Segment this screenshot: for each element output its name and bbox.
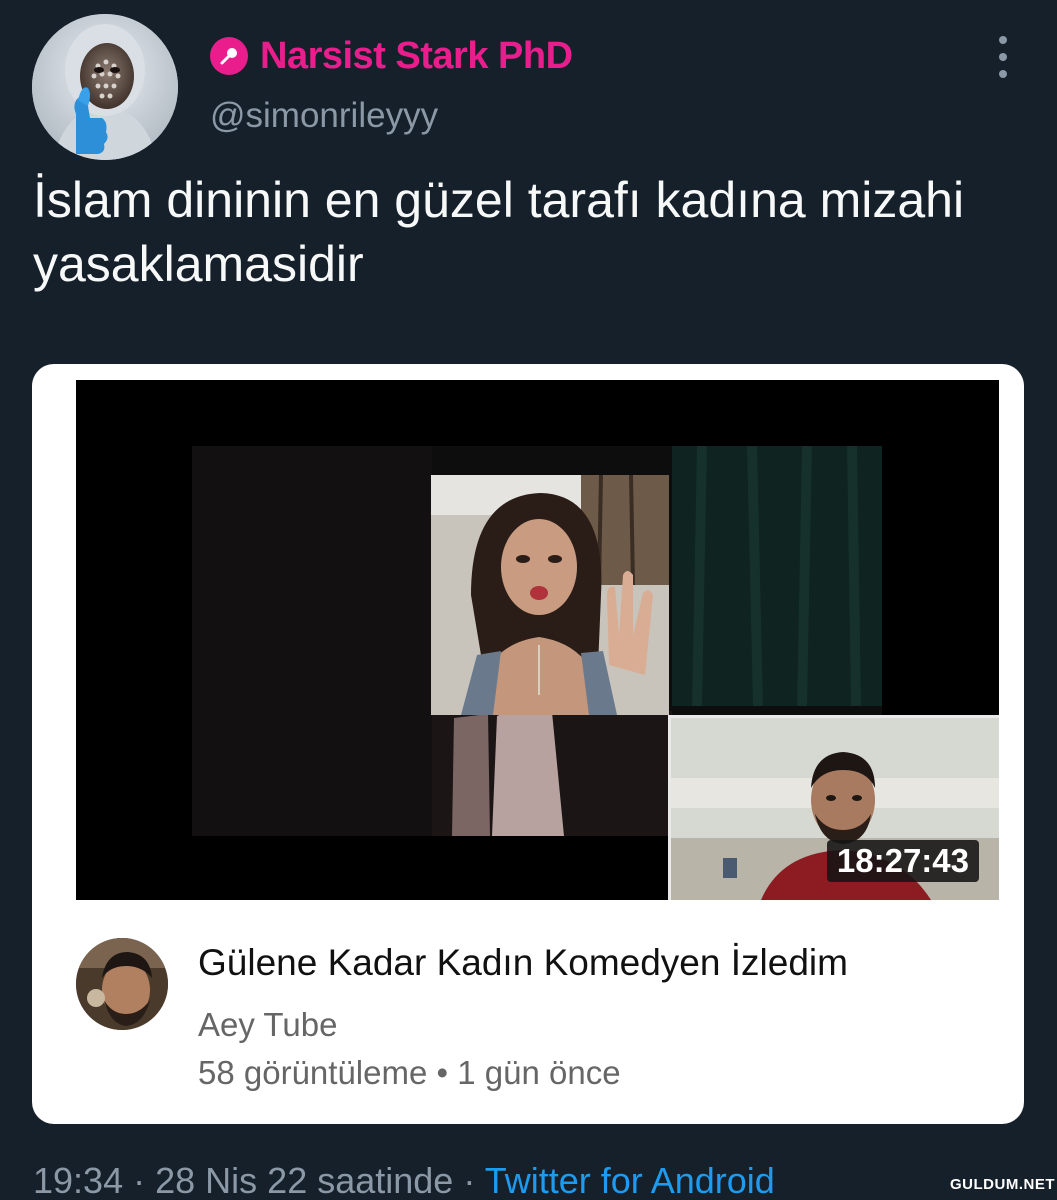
more-dot [999,70,1007,78]
watermark: GULDUM.NET [950,1176,1055,1193]
pin-badge-icon [210,37,248,75]
meta-separator: • [436,1054,449,1091]
tweet-text: İslam dininin en güzel tarafı kadına miz… [33,172,965,292]
tweet-screenshot: Narsist Stark PhD @simonrileyyy İslam di… [0,0,1057,1200]
masked-person-avatar-icon [32,14,178,160]
more-vertical-icon[interactable] [985,36,1021,78]
author-display-name[interactable]: Narsist Stark PhD [260,35,573,78]
footer-separator: · [133,1160,146,1200]
view-count: 58 görüntüleme [198,1054,428,1091]
tweet-date[interactable]: 28 Nis 22 saatinde [155,1160,453,1200]
video-duration-badge: 18:27:43 [826,840,979,882]
tweet-time[interactable]: 19:34 [33,1160,123,1200]
author-name-row[interactable]: Narsist Stark PhD [210,32,573,80]
author-handle[interactable]: @simonrileyyy [210,96,438,136]
video-meta: 58 görüntüleme • 1 gün önce [198,1054,621,1092]
tweet-source-link[interactable]: Twitter for Android [485,1160,775,1200]
channel-avatar[interactable] [76,938,168,1030]
author-avatar[interactable] [32,14,178,160]
upload-age: 1 gün önce [457,1054,621,1091]
video-title[interactable]: Gülene Kadar Kadın Komedyen İzledim [198,942,848,984]
embedded-video-card[interactable]: 18:27:43 Gülene Kadar Kadın Komedyen İzl… [32,364,1024,1124]
more-dot [999,53,1007,61]
tweet-footer: 19:34 · 28 Nis 22 saatinde · Twitter for… [33,1160,775,1200]
video-thumbnail[interactable]: 18:27:43 [76,380,999,900]
footer-separator: · [463,1160,476,1200]
channel-name[interactable]: Aey Tube [198,1006,337,1044]
webcam-pip: 18:27:43 [668,715,999,900]
more-dot [999,36,1007,44]
woman-photo-image [431,475,669,715]
